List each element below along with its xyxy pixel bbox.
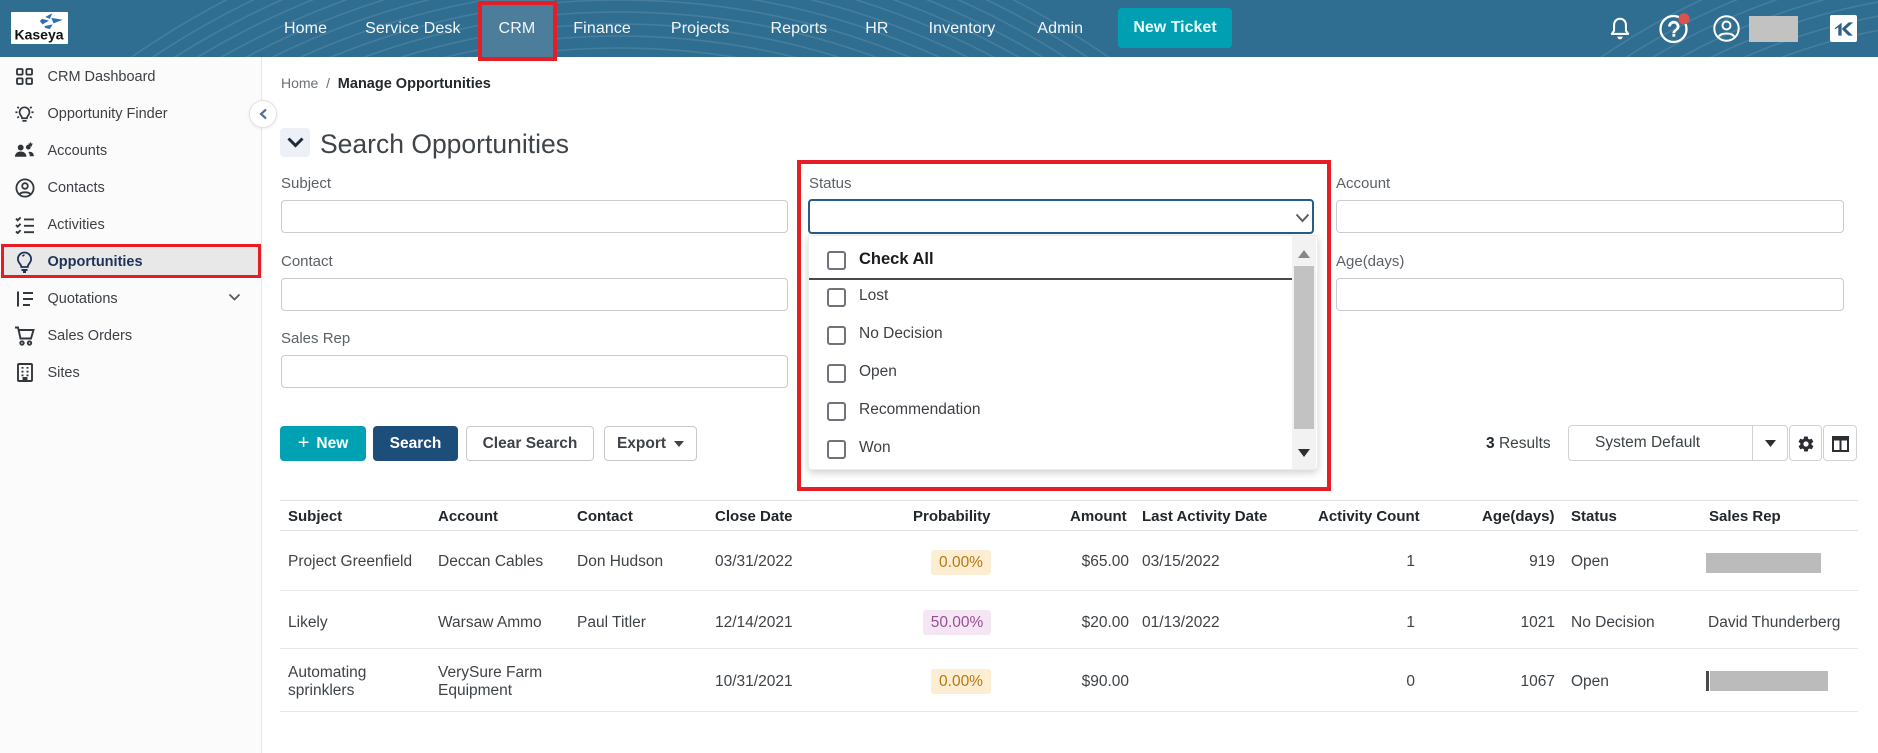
svg-text:Kaseya: Kaseya <box>15 27 64 43</box>
